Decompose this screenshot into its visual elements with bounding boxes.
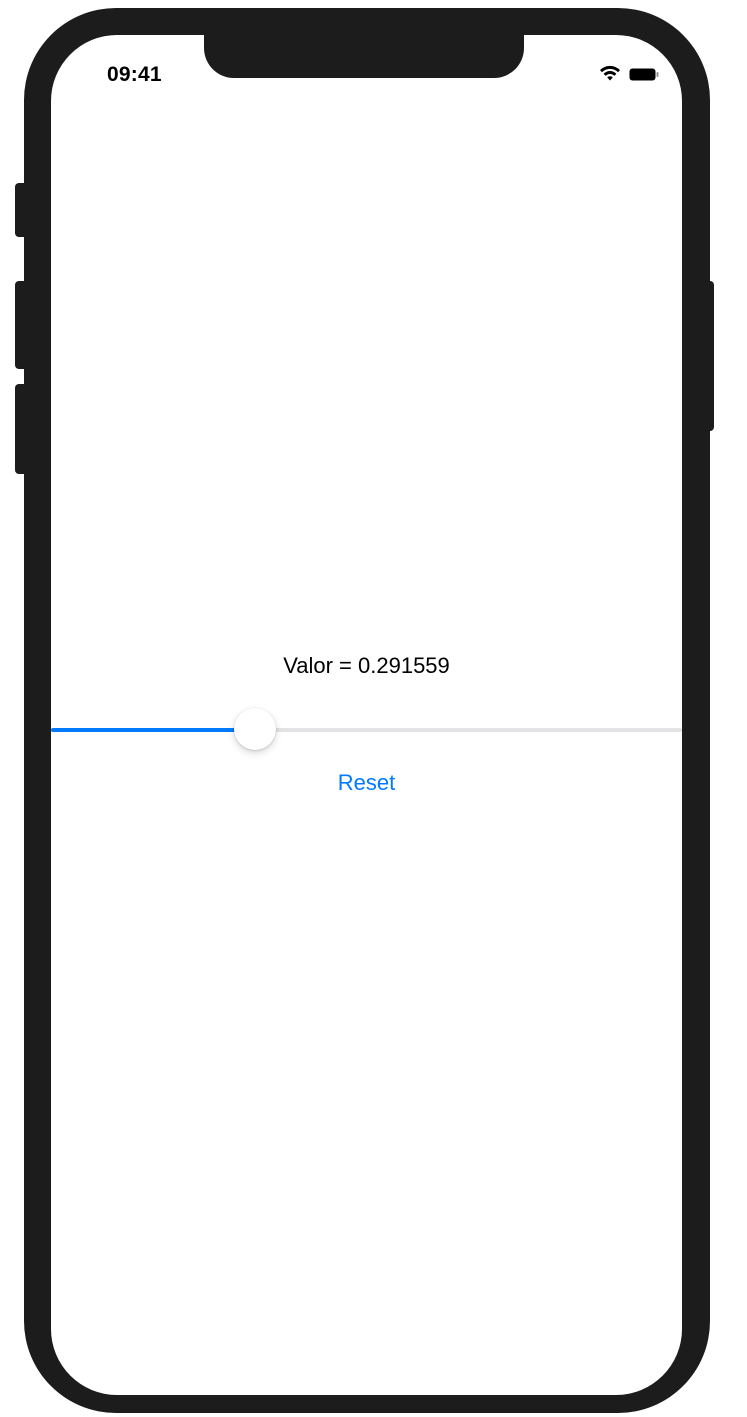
battery-icon [629, 68, 659, 81]
device-mockup: 09:41 Valor = 0.291559 Reset [0, 0, 747, 1417]
wifi-icon [600, 65, 620, 81]
phone-frame: 09:41 Valor = 0.291559 Reset [24, 8, 710, 1413]
value-label: Valor = 0.291559 [283, 653, 450, 678]
slider-thumb[interactable] [233, 708, 276, 750]
value-slider[interactable] [51, 705, 682, 755]
slider-fill [51, 728, 255, 732]
status-time: 09:41 [107, 63, 162, 86]
reset-button[interactable]: Reset [51, 770, 682, 796]
screen: 09:41 Valor = 0.291559 Reset [51, 35, 682, 1395]
notch [204, 35, 524, 78]
